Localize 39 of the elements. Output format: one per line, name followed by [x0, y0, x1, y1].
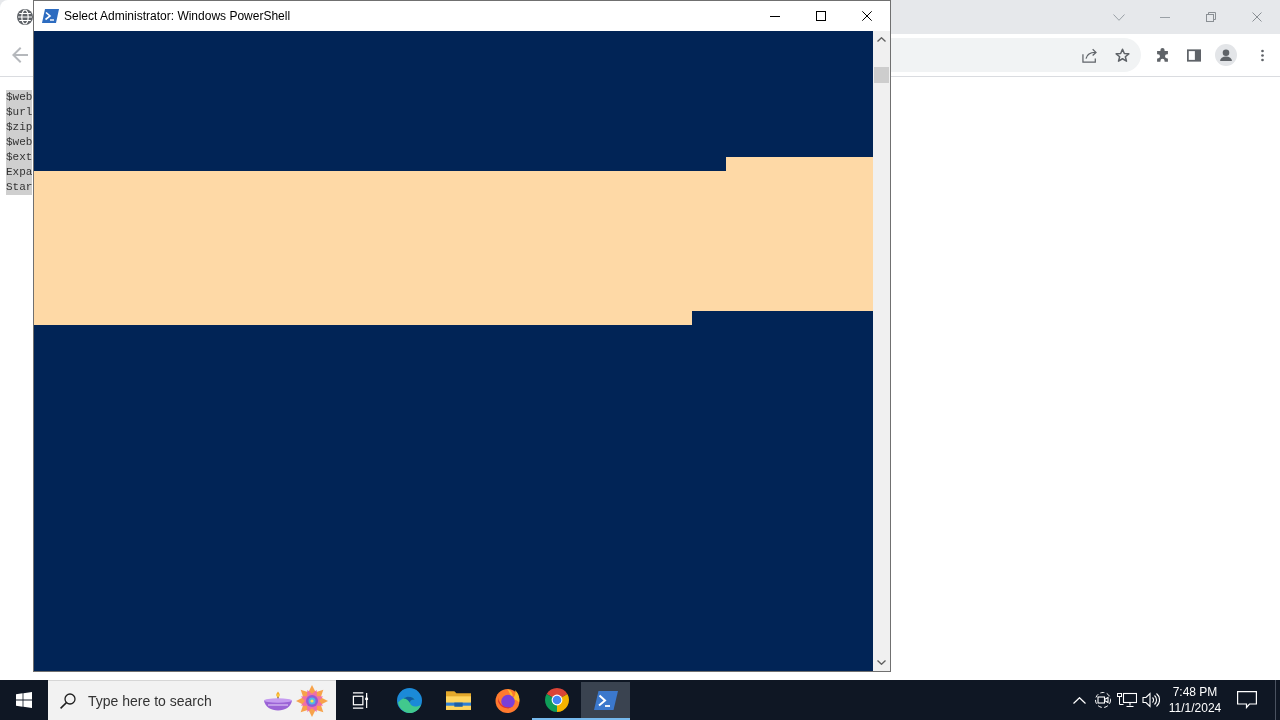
flower-icon [296, 684, 328, 717]
star-icon [1114, 47, 1130, 63]
vertical-scrollbar[interactable] [873, 31, 890, 671]
maximize-icon [816, 11, 826, 21]
network-computer-icon [1117, 692, 1137, 708]
share-icon [1082, 47, 1098, 63]
browser-tab[interactable] [0, 0, 33, 34]
minimize-icon [770, 15, 780, 17]
speaker-icon [1142, 692, 1160, 708]
more-vertical-icon [1260, 48, 1264, 62]
video-camera-icon [1095, 691, 1111, 709]
restore-icon [1206, 12, 1216, 22]
chevron-up-icon [1072, 696, 1086, 704]
chevron-up-icon [877, 37, 886, 42]
puzzle-icon [1154, 47, 1170, 63]
search-icon [60, 692, 76, 709]
clock-button[interactable]: 7:48 PM 11/1/2024 [1163, 680, 1227, 720]
side-panel-icon [1187, 48, 1201, 62]
speech-bubble-icon [1237, 691, 1257, 709]
chevron-down-icon [1113, 13, 1125, 21]
swirl-icon [397, 687, 422, 713]
chevron-down-icon [877, 660, 886, 665]
task-view-icon [352, 691, 369, 709]
terminal-icon [42, 9, 59, 23]
folder-icon [446, 689, 471, 711]
oil-lamp-icon [263, 690, 293, 711]
close-icon [1252, 12, 1262, 22]
tricolor-circle-icon [544, 688, 569, 712]
windows-logo-icon [16, 692, 32, 708]
close-icon [862, 11, 872, 21]
back-arrow-icon [12, 47, 28, 63]
search-field[interactable]: Type here to search [88, 692, 263, 709]
taskbar-app-button[interactable] [581, 680, 630, 720]
terminal-icon [593, 690, 618, 710]
scroll-thumb[interactable] [874, 67, 889, 83]
window-title: Select Administrator: Windows PowerShell [64, 9, 291, 23]
flame-globe-icon [495, 687, 520, 713]
person-avatar-icon [1215, 44, 1237, 66]
minimize-icon [1160, 16, 1170, 18]
